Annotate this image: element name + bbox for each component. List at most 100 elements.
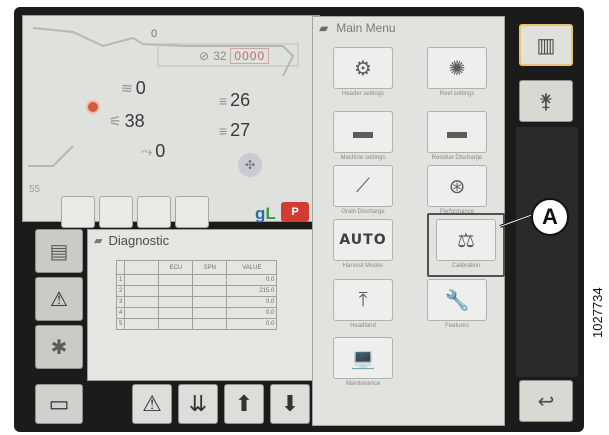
warning-history-button[interactable]: ⚠ [35, 277, 83, 321]
menu-item-headland[interactable]: ⤒ Headland [327, 279, 399, 329]
row-ecu [158, 318, 194, 330]
diagnostic-header-row: ECU SPN VALUE [115, 260, 278, 275]
terminal-screen: 0 ⊘ 32 0000 ≋ 0 ⚟ 38 ⤳ 0 ≡ 26 ≡ 27 ✣ 55 [14, 7, 584, 432]
sensor-icon: ≋ [121, 80, 133, 96]
sensor-icon: ⤳ [141, 143, 153, 159]
fan-icon: ✣ [238, 153, 262, 177]
menu-item-maintenance[interactable]: 💻 Maintenance [327, 337, 399, 387]
table-row[interactable]: 4 0.0 [115, 307, 278, 319]
callout-label: A [531, 198, 569, 236]
readout-right-top-value: 26 [230, 90, 251, 110]
gauge-label: 55 [29, 184, 41, 195]
laptop-icon: 💻 [333, 337, 393, 379]
crop-view-button[interactable]: ✱ [35, 325, 83, 369]
warning-acknowledge-icon: ⚠ [142, 391, 162, 416]
sensor-icon: ≡ [219, 92, 228, 109]
combine-menu-button[interactable]: ▥ [519, 24, 573, 66]
menu-item-label: Header settings [341, 91, 385, 97]
acknowledge-warning-button[interactable]: ⚠ [132, 384, 172, 424]
combine-status-panel: 0 ⊘ 32 0000 ≋ 0 ⚟ 38 ⤳ 0 ≡ 26 ≡ 27 ✣ 55 [22, 15, 320, 228]
counter-digits: 0000 [230, 48, 270, 64]
row-spn [192, 274, 228, 286]
scroll-up-button[interactable]: ⬆ [224, 384, 264, 424]
row-value: 0.0 [226, 307, 278, 319]
menu-item-header-settings[interactable]: ⚙ Header settings [327, 47, 399, 97]
arrow-up-icon: ⬆ [234, 391, 254, 416]
crop-settings-button[interactable]: ⚵ [519, 80, 573, 122]
diagnostic-table: ECU SPN VALUE 1 0.0 2 215.0 3 0.0 4 0.0 5 0.0 [115, 260, 278, 330]
menu-item-performance[interactable]: ⊛ Performance [421, 165, 493, 215]
table-row[interactable]: 5 0.0 [115, 318, 278, 330]
headland-icon: ⤒ [333, 279, 393, 321]
menu-item-label: Features [445, 323, 469, 329]
table-row[interactable]: 1 0.0 [115, 274, 278, 286]
menu-item-residue-discharge[interactable]: ▬ Residue Discharge [421, 111, 493, 161]
auto-mode-icon: AUTO [333, 219, 393, 261]
menu-item-grain-discharge[interactable]: ⟋ Grain Discharge [327, 165, 399, 215]
list-down-icon: ⇊ [188, 391, 208, 416]
combine-icon: ▬ [333, 111, 393, 153]
column-header: VALUE [226, 260, 278, 275]
row-code [124, 285, 160, 297]
combine-icon: ▥ [536, 34, 556, 57]
row-code [124, 274, 160, 286]
menu-icon: ▰ [319, 21, 329, 35]
readout-left-bottom: ⤳ 0 [141, 141, 165, 162]
row-code [124, 318, 160, 330]
wheat-icon: ⚵ [538, 90, 554, 113]
back-button[interactable]: ↩ [519, 380, 573, 422]
menu-item-harvest-modes[interactable]: AUTO Harvest Modes [327, 219, 399, 269]
row-spn [192, 318, 228, 330]
row-index: 1 [115, 274, 126, 286]
combine-icon: ▤ [49, 240, 69, 263]
grain-counter: ⊘ 32 0000 [199, 48, 270, 64]
park-brake-icon: P [281, 202, 309, 222]
empty-nav-area [516, 127, 578, 377]
status-slot[interactable] [137, 196, 171, 228]
readout-left-mid: ⚟ 38 [109, 111, 145, 132]
diagnostic-panel: ▰ Diagnostic ECU SPN VALUE 1 0.0 2 215.0 3… [87, 229, 320, 381]
combine-view-button[interactable]: ▤ [35, 229, 83, 273]
main-menu-title: Main Menu [336, 21, 396, 35]
menu-item-machine-settings[interactable]: ▬ Machine settings [327, 111, 399, 161]
screen-switch-button[interactable]: ▭ [35, 384, 83, 424]
menu-item-reel-settings[interactable]: ✺ Reel settings [421, 47, 493, 97]
performance-icon: ⊛ [427, 165, 487, 207]
menu-item-label: Reel settings [439, 91, 475, 97]
readout-left-top: ≋ 0 [121, 78, 146, 99]
menu-item-label: Harvest Modes [342, 263, 384, 269]
readout-right-mid: ≡ 27 [219, 120, 250, 141]
row-code [124, 307, 160, 319]
row-index: 5 [115, 318, 126, 330]
status-slot[interactable] [175, 196, 209, 228]
status-slot[interactable] [99, 196, 133, 228]
back-arrow-icon: ↩ [537, 390, 555, 413]
row-spn [192, 307, 228, 319]
status-slot[interactable] [61, 196, 95, 228]
status-slot-row [61, 196, 209, 228]
page-down-button[interactable]: ⇊ [178, 384, 218, 424]
row-value: 0.0 [226, 296, 278, 308]
table-row[interactable]: 3 0.0 [115, 296, 278, 308]
screen-switch-icon: ▭ [48, 391, 70, 416]
row-value: 215.0 [226, 285, 278, 297]
readout-left-mid-value: 38 [124, 111, 145, 131]
row-value: 0.0 [226, 318, 278, 330]
row-ecu [158, 285, 194, 297]
menu-item-label: Headland [350, 323, 376, 329]
menu-item-features[interactable]: 🔧 Features [421, 279, 493, 329]
scroll-down-button[interactable]: ⬇ [270, 384, 310, 424]
sensor-icon: ⚟ [109, 113, 122, 129]
row-value: 0.0 [226, 274, 278, 286]
readout-right-top: ≡ 26 [219, 90, 250, 111]
table-row[interactable]: 2 215.0 [115, 285, 278, 297]
readout-left-bottom-value: 0 [155, 141, 166, 161]
menu-item-label: Maintenance [345, 381, 381, 387]
row-ecu [158, 274, 194, 286]
gl-indicator-icon: gL [255, 204, 276, 223]
features-icon: 🔧 [427, 279, 487, 321]
figure-id: 1027734 [590, 287, 605, 338]
row-spn [192, 296, 228, 308]
column-header [115, 260, 126, 275]
residue-icon: ▬ [427, 111, 487, 153]
